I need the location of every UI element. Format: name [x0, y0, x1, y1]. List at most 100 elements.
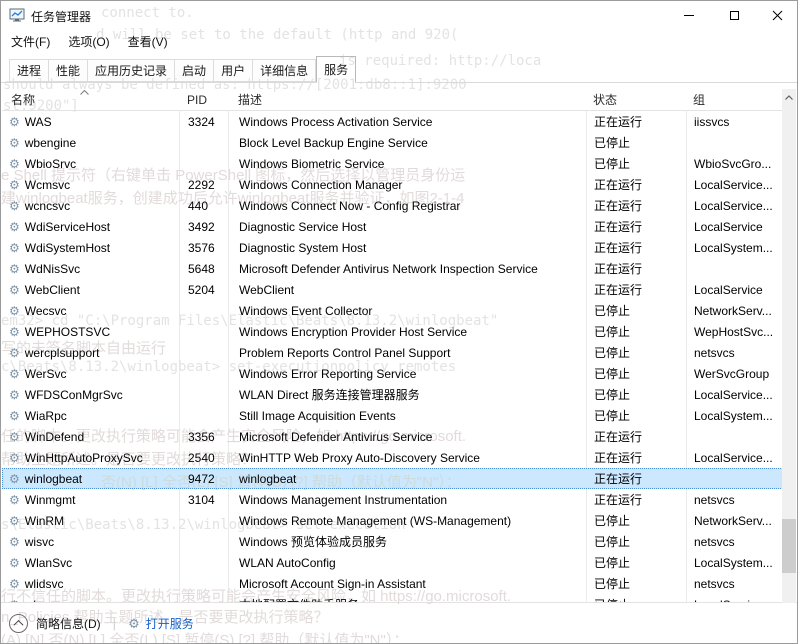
gear-icon: ⚙ — [9, 431, 20, 443]
service-name: ⚙wlidsvc — [3, 577, 180, 591]
service-description: WLAN Direct 服务连接管理器服务 — [229, 386, 587, 403]
service-status: 已停止 — [587, 512, 687, 529]
service-name: ⚙WinHttpAutoProxySvc — [3, 451, 180, 465]
service-status: 正在运行 — [587, 113, 687, 130]
statusbar-divider: | — [113, 616, 116, 631]
service-row-Winmgmt[interactable]: ⚙Winmgmt3104Windows Management Instrumen… — [2, 489, 785, 510]
tab-进程[interactable]: 进程 — [9, 59, 49, 82]
service-group: WepHostSvc... — [687, 325, 785, 339]
service-row-wcncsvc[interactable]: ⚙wcncsvc440Windows Connect Now - Config … — [2, 195, 785, 216]
tab-用户[interactable]: 用户 — [214, 59, 253, 82]
gear-icon: ⚙ — [9, 410, 20, 422]
service-row-WebClient[interactable]: ⚙WebClient5204WebClient正在运行LocalService — [2, 279, 785, 300]
tab-服务[interactable]: 服务 — [316, 56, 356, 83]
chevron-up-icon — [14, 620, 24, 630]
column-header-desc[interactable]: 描述 — [228, 89, 586, 110]
tab-应用历史记录[interactable]: 应用历史记录 — [88, 59, 175, 82]
service-row-Wecsvc[interactable]: ⚙WecsvcWindows Event Collector已停止Network… — [2, 300, 785, 321]
tab-bar: 进程性能应用历史记录启动用户详细信息服务 — [1, 56, 797, 83]
service-status: 已停止 — [587, 554, 687, 571]
column-header-group[interactable]: 组 — [686, 89, 785, 110]
service-group: netsvcs — [687, 535, 785, 549]
service-row-wlidsvc[interactable]: ⚙wlidsvcMicrosoft Account Sign-in Assist… — [2, 573, 785, 594]
service-group: LocalService... — [687, 178, 785, 192]
service-row-WFDSConMgrSvc[interactable]: ⚙WFDSConMgrSvcWLAN Direct 服务连接管理器服务已停止Lo… — [2, 384, 785, 405]
gear-icon: ⚙ — [9, 179, 20, 191]
service-row-WdiServiceHost[interactable]: ⚙WdiServiceHost3492Diagnostic Service Ho… — [2, 216, 785, 237]
service-description: Windows Management Instrumentation — [229, 493, 587, 507]
chevron-up-icon — [785, 95, 793, 100]
service-name: ⚙WlanSvc — [3, 556, 180, 570]
status-bar: 简略信息(D) | ⚙ 打开服务 — [1, 603, 797, 644]
column-header-pid[interactable]: PID — [179, 89, 228, 110]
service-row-wbengine[interactable]: ⚙wbengineBlock Level Backup Engine Servi… — [2, 132, 785, 153]
service-row-Wcmsvc[interactable]: ⚙Wcmsvc2292Windows Connection Manager正在运… — [2, 174, 785, 195]
service-status: 已停止 — [587, 575, 687, 592]
service-description: winlogbeat — [229, 472, 587, 486]
service-name: ⚙WiaRpc — [3, 409, 180, 423]
service-status: 正在运行 — [587, 197, 687, 214]
service-group: LocalService — [687, 220, 785, 234]
service-pid: 3104 — [180, 493, 229, 507]
service-status: 已停止 — [587, 155, 687, 172]
service-row-WlanSvc[interactable]: ⚙WlanSvcWLAN AutoConfig已停止LocalSystem... — [2, 552, 785, 573]
service-status: 正在运行 — [587, 218, 687, 235]
service-row-WEPHOSTSVC[interactable]: ⚙WEPHOSTSVCWindows Encryption Provider H… — [2, 321, 785, 342]
service-name: ⚙WinDefend — [3, 430, 180, 444]
title-bar: 任务管理器 — [1, 1, 797, 29]
service-row-winlogbeat[interactable]: ⚙winlogbeat9472winlogbeat正在运行 — [2, 468, 785, 489]
service-description: Diagnostic System Host — [229, 241, 587, 255]
column-header-status-label: 状态 — [593, 91, 617, 108]
service-status: 已停止 — [587, 344, 687, 361]
chevron-up-icon — [80, 90, 89, 95]
service-description: Windows Connect Now - Config Registrar — [229, 199, 587, 213]
service-row-wercplsupport[interactable]: ⚙wercplsupportProblem Reports Control Pa… — [2, 342, 785, 363]
menu-item-0[interactable]: 文件(F) — [11, 33, 50, 50]
service-row-WbioSrvc[interactable]: ⚙WbioSrvcWindows Biometric Service已停止Wbi… — [2, 153, 785, 174]
service-group: iissvcs — [687, 115, 785, 129]
service-status: 正在运行 — [587, 470, 687, 487]
minimize-button[interactable] — [667, 1, 711, 29]
service-description: Windows Remote Management (WS-Management… — [229, 514, 587, 528]
service-row-wisvc[interactable]: ⚙wisvcWindows 预览体验成员服务已停止netsvcs — [2, 531, 785, 552]
service-status: 已停止 — [587, 323, 687, 340]
service-pid: 2292 — [180, 178, 229, 192]
service-status: 正在运行 — [587, 428, 687, 445]
service-row-WerSvc[interactable]: ⚙WerSvcWindows Error Reporting Service已停… — [2, 363, 785, 384]
service-description: Microsoft Defender Antivirus Network Ins… — [229, 262, 587, 276]
service-row-WinHttpAutoProxySvc[interactable]: ⚙WinHttpAutoProxySvc2540WinHTTP Web Prox… — [2, 447, 785, 468]
service-row-WiaRpc[interactable]: ⚙WiaRpcStill Image Acquisition Events已停止… — [2, 405, 785, 426]
scrollbar-thumb[interactable] — [782, 519, 796, 573]
close-button[interactable] — [756, 1, 798, 29]
gear-icon: ⚙ — [9, 221, 20, 233]
tab-详细信息[interactable]: 详细信息 — [253, 59, 316, 82]
service-description: Windows Biometric Service — [229, 157, 587, 171]
service-group: WbioSvcGro... — [687, 157, 785, 171]
tab-性能[interactable]: 性能 — [49, 59, 88, 82]
service-row-wlpasvc[interactable]: ⚙wlpasvc本地配置文件助手服务已停止LocalService... — [2, 594, 785, 602]
service-row-WAS[interactable]: ⚙WAS3324Windows Process Activation Servi… — [2, 111, 785, 132]
scroll-up-button[interactable] — [782, 89, 796, 105]
service-name: ⚙Wecsvc — [3, 304, 180, 318]
service-row-WdNisSvc[interactable]: ⚙WdNisSvc5648Microsoft Defender Antiviru… — [2, 258, 785, 279]
tab-启动[interactable]: 启动 — [175, 59, 214, 82]
service-row-WinDefend[interactable]: ⚙WinDefend3356Microsoft Defender Antivir… — [2, 426, 785, 447]
gear-icon: ⚙ — [9, 389, 20, 401]
fewer-details-button[interactable] — [9, 614, 28, 633]
column-header-status[interactable]: 状态 — [586, 89, 686, 110]
service-description: Microsoft Defender Antivirus Service — [229, 430, 587, 444]
vertical-scrollbar[interactable] — [782, 89, 796, 613]
open-services-link[interactable]: 打开服务 — [146, 615, 194, 632]
maximize-button[interactable] — [712, 1, 756, 29]
menu-item-1[interactable]: 选项(O) — [68, 33, 109, 50]
service-row-WdiSystemHost[interactable]: ⚙WdiSystemHost3576Diagnostic System Host… — [2, 237, 785, 258]
column-header-name[interactable]: 名称 — [2, 89, 179, 110]
fewer-details-label[interactable]: 简略信息(D) — [36, 615, 101, 632]
gear-icon: ⚙ — [9, 305, 20, 317]
service-group: WerSvcGroup — [687, 367, 785, 381]
close-icon — [772, 10, 783, 21]
gear-icon: ⚙ — [9, 368, 20, 380]
menu-item-2[interactable]: 查看(V) — [128, 33, 168, 50]
service-row-WinRM[interactable]: ⚙WinRMWindows Remote Management (WS-Mana… — [2, 510, 785, 531]
service-description: Windows Encryption Provider Host Service — [229, 325, 587, 339]
